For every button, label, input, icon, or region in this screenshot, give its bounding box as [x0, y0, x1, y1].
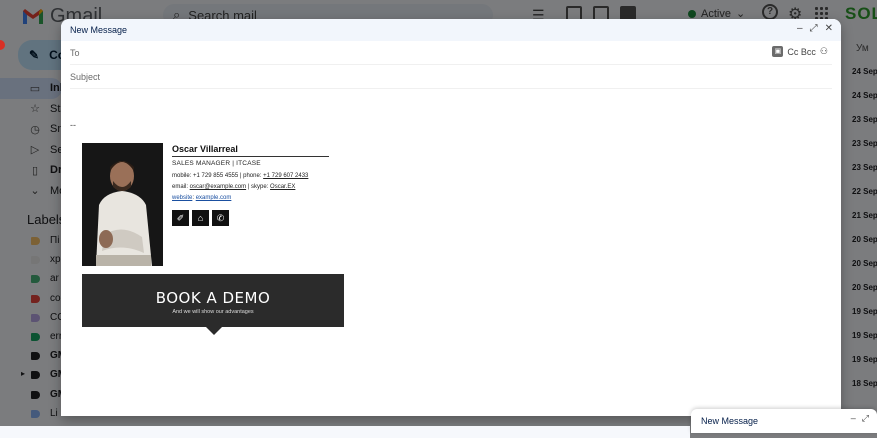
- signature-title: SALES MANAGER | ITCASE: [172, 160, 261, 167]
- skype-label: | skype:: [246, 184, 271, 190]
- house-social-icon[interactable]: ⌂: [192, 210, 209, 226]
- social-icons: ✐ ⌂ ✆: [172, 210, 342, 226]
- expand-icon[interactable]: ⤢: [862, 413, 869, 424]
- email-link[interactable]: oscar@example.com: [190, 184, 246, 190]
- minimized-compose-title: New Message: [701, 416, 759, 426]
- email-label: email:: [172, 184, 190, 190]
- to-label: To: [70, 47, 80, 58]
- minimized-compose[interactable]: New Message – ⤢: [691, 409, 877, 433]
- signature-details: Oscar Villarreal SALES MANAGER | ITCASE …: [172, 143, 342, 226]
- signature-separator: --: [70, 120, 76, 130]
- add-recipient-icon[interactable]: ⚇: [820, 46, 828, 57]
- skype-link[interactable]: Oscar.EX: [270, 184, 295, 190]
- subject-placeholder: Subject: [70, 71, 101, 82]
- banner-pointer: [206, 327, 222, 335]
- compose-title: New Message: [70, 25, 128, 35]
- signature-photo: [82, 143, 163, 266]
- website-label-link[interactable]: website: [172, 195, 192, 201]
- bottom-strip: [0, 426, 690, 438]
- close-icon[interactable]: ✕: [825, 23, 833, 34]
- book-demo-banner[interactable]: BOOK A DEMO And we will show our advanta…: [82, 274, 344, 335]
- cc-bcc-toggle[interactable]: Cc Bcc: [787, 47, 816, 57]
- signature-email-skype: email: oscar@example.com | skype: Oscar.…: [172, 184, 342, 190]
- to-field[interactable]: To ▣ Cc Bcc ⚇: [70, 41, 832, 65]
- minimize-icon[interactable]: –: [851, 413, 856, 424]
- signature-name: Oscar Villarreal: [172, 143, 329, 157]
- banner-subtitle: And we will show our advantages: [172, 309, 254, 315]
- compose-dialog: New Message – ⤢ ✕ To ▣ Cc Bcc ⚇ Subject …: [61, 19, 841, 416]
- minimize-icon[interactable]: –: [797, 23, 803, 34]
- mobile-label: mobile:: [172, 173, 194, 179]
- mobile-number: +1 729 855 4555: [193, 173, 239, 179]
- banner-title: BOOK A DEMO: [155, 289, 271, 307]
- phone-link[interactable]: +1 729 607 2433: [263, 173, 308, 179]
- compose-header[interactable]: New Message – ⤢ ✕: [61, 19, 841, 41]
- signature-phones: mobile: +1 729 855 4555 | phone: +1 729 …: [172, 173, 342, 179]
- website-link[interactable]: example.com: [196, 195, 232, 201]
- signature-website: website: example.com: [172, 195, 232, 201]
- whatsapp-social-icon[interactable]: ✆: [212, 210, 229, 226]
- subject-field[interactable]: Subject: [70, 65, 832, 89]
- phone-label: | phone:: [238, 173, 264, 179]
- skype-social-icon[interactable]: ✐: [172, 210, 189, 226]
- confidential-lock-icon[interactable]: ▣: [772, 46, 784, 57]
- exit-fullscreen-icon[interactable]: ⤢: [810, 23, 818, 34]
